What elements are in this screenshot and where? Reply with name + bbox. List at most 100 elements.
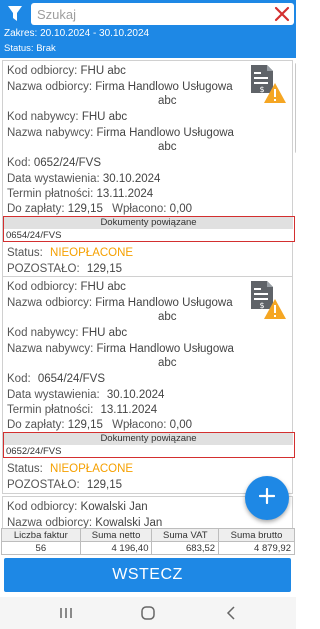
close-icon[interactable] [273, 5, 291, 23]
summary-value: 683,52 [151, 541, 220, 555]
kod-row: Kod: 0654/24/FVS [7, 372, 105, 386]
document-warning-icon: $ [247, 279, 287, 321]
summary-value-row: 56 4 196,40 683,52 4 879,92 [1, 541, 295, 555]
kod-odbiorcy-label: Kod odbiorcy: [7, 65, 78, 77]
nazwa-nabywcy-row: Nazwa nabywcy: Firma Handlowo Usługowa [7, 126, 234, 140]
termin-platnosci-value: 13.11.2024 [96, 188, 154, 200]
nazwa-odbiorcy-row: Nazwa odbiorcy: Firma Handlowo Usługowa [7, 296, 233, 310]
do-zaplaty-value: 129,15 [67, 203, 103, 215]
data-wystawienia-row: Data wystawienia: 30.10.2024 [7, 172, 160, 186]
nazwa-nabywcy-cont: abc [158, 141, 177, 153]
nazwa-odbiorcy-value: Firma Handlowo Usługowa [95, 297, 233, 309]
recent-apps-icon[interactable] [56, 604, 76, 622]
kod-odbiorcy-label: Kod odbiorcy: [7, 281, 78, 293]
termin-platnosci-label: Termin płatności: [7, 404, 94, 416]
summary-header-row: Liczba faktur Suma netto Suma VAT Suma b… [1, 528, 295, 542]
filter-icon[interactable] [4, 3, 26, 25]
data-wystawienia-row: Data wystawienia: 30.10.2024 [7, 388, 164, 402]
do-zaplaty-row: Do zapłaty: 129,15 Wpłacono: 0,00 [7, 418, 192, 432]
kod-row: Kod: 0652/24/FVS [7, 156, 101, 170]
do-zaplaty-label: Do zapłaty: [7, 203, 65, 215]
summary-value: 4 879,92 [218, 541, 295, 555]
do-zaplaty-value: 129,15 [67, 419, 103, 431]
kod-odbiorcy-label: Kod odbiorcy: [7, 501, 78, 513]
nazwa-odbiorcy-value: Kowalski Jan [95, 517, 163, 528]
scrollbar[interactable] [295, 63, 296, 153]
linked-document-item[interactable]: 0654/24/FVS [6, 230, 61, 241]
nazwa-nabywcy-cont: abc [158, 357, 177, 369]
svg-text:$: $ [259, 85, 264, 94]
summary-value: 56 [1, 541, 81, 555]
data-wystawienia-value: 30.10.2024 [106, 389, 165, 401]
nazwa-odbiorcy-cont: abc [158, 311, 177, 323]
kod-nabywcy-label: Kod nabywcy: [7, 111, 79, 123]
data-wystawienia-value: 30.10.2024 [102, 173, 161, 185]
wplacono-value: 0,00 [169, 203, 193, 215]
linked-documents[interactable]: Dokumenty powiązane 0652/24/FVS [3, 432, 295, 458]
status-filter-label: Status: [4, 43, 34, 54]
kod-odbiorcy-value: Kowalski Jan [80, 501, 148, 513]
summary-header: Liczba faktur [1, 528, 81, 542]
home-icon[interactable] [138, 604, 158, 622]
invoice-card[interactable]: Kod odbiorcy: FHU abc Nazwa odbiorcy: Fi… [2, 276, 295, 494]
nazwa-odbiorcy-label: Nazwa odbiorcy: [7, 297, 93, 309]
back-icon[interactable] [222, 604, 242, 622]
nazwa-nabywcy-value: Firma Handlowo Usługowa [96, 343, 234, 355]
nazwa-odbiorcy-value: Firma Handlowo Usługowa [95, 81, 233, 93]
kod-label: Kod: [7, 373, 31, 385]
kod-label: Kod: [7, 157, 31, 169]
kod-nabywcy-row: Kod nabywcy: FHU abc [7, 110, 127, 124]
back-button[interactable]: WSTECZ [4, 558, 291, 592]
search-input[interactable] [31, 3, 261, 25]
add-button[interactable] [245, 476, 289, 520]
linked-documents[interactable]: Dokumenty powiązane 0654/24/FVS [3, 216, 295, 242]
kod-odbiorcy-row: Kod odbiorcy: FHU abc [7, 280, 126, 294]
wplacono-label: Wpłacono: [112, 203, 167, 215]
status-value: NIEOPŁACONE [50, 463, 134, 475]
nazwa-odbiorcy-row: Nazwa odbiorcy: Kowalski Jan [7, 516, 162, 528]
nazwa-nabywcy-row: Nazwa nabywcy: Firma Handlowo Usługowa [7, 342, 234, 356]
status-label: Status: [7, 247, 43, 259]
kod-odbiorcy-row: Kod odbiorcy: Kowalski Jan [7, 500, 148, 514]
do-zaplaty-label: Do zapłaty: [7, 419, 65, 431]
kod-nabywcy-value: FHU abc [81, 327, 128, 339]
invoice-list[interactable]: Kod odbiorcy: FHU abc Nazwa odbiorcy: Fi… [0, 58, 296, 528]
pozostalo-value: 129,15 [86, 479, 123, 491]
nazwa-odbiorcy-label: Nazwa odbiorcy: [7, 517, 93, 528]
status-row: Status: NIEOPŁACONE [7, 246, 133, 260]
wplacono-label: Wpłacono: [112, 419, 167, 431]
status-label: Status: [7, 463, 43, 475]
top-bar: Zakres: 20.10.2024 - 30.10.2024 Status: … [0, 0, 296, 58]
termin-platnosci-row: Termin płatności: 13.11.2024 [7, 403, 157, 417]
linked-document-item[interactable]: 0652/24/FVS [6, 446, 61, 457]
plus-icon [258, 487, 276, 509]
nazwa-nabywcy-value: Firma Handlowo Usługowa [96, 127, 234, 139]
nazwa-nabywcy-label: Nazwa nabywcy: [7, 343, 94, 355]
data-wystawienia-label: Data wystawienia: [7, 173, 100, 185]
invoice-card[interactable]: Kod odbiorcy: FHU abc Nazwa odbiorcy: Fi… [2, 60, 296, 296]
status-row: Status: NIEOPŁACONE [7, 462, 133, 476]
wplacono-value: 0,00 [169, 419, 193, 431]
status-filter-value: Brak [36, 43, 56, 54]
kod-nabywcy-value: FHU abc [81, 111, 128, 123]
range-label: Zakres: [4, 28, 38, 39]
status-filter: Status: Brak [4, 43, 56, 54]
summary-header: Suma brutto [218, 528, 295, 542]
kod-nabywcy-label: Kod nabywcy: [7, 327, 79, 339]
pozostalo-row: POZOSTAŁO: 129,15 [7, 478, 122, 492]
linked-documents-header: Dokumenty powiązane [4, 433, 293, 445]
kod-nabywcy-row: Kod nabywcy: FHU abc [7, 326, 127, 340]
system-nav-bar [0, 597, 296, 629]
document-warning-icon: $ [247, 63, 287, 105]
termin-platnosci-label: Termin płatności: [7, 188, 94, 200]
summary-value: 4 196,40 [79, 541, 153, 555]
nazwa-odbiorcy-label: Nazwa odbiorcy: [7, 81, 93, 93]
nazwa-odbiorcy-row: Nazwa odbiorcy: Firma Handlowo Usługowa [7, 80, 233, 94]
termin-platnosci-value: 13.11.2024 [100, 404, 158, 416]
pozostalo-value: 129,15 [86, 263, 123, 275]
status-value: NIEOPŁACONE [50, 247, 134, 259]
nazwa-odbiorcy-cont: abc [158, 95, 177, 107]
summary-header: Suma VAT [151, 528, 220, 542]
svg-text:$: $ [259, 301, 264, 310]
summary-table: Liczba faktur Suma netto Suma VAT Suma b… [0, 528, 296, 555]
